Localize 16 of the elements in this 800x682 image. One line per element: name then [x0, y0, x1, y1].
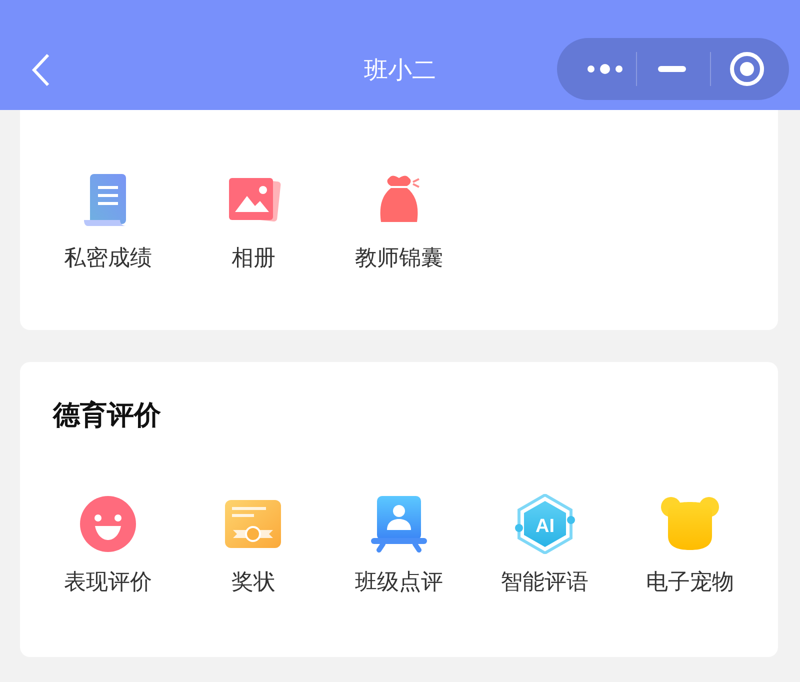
item-label[interactable]: 私密成绩 [64, 244, 152, 274]
item-label[interactable]: 教师锦囊 [354, 244, 443, 274]
presenter-icon [368, 494, 429, 554]
close-icon[interactable] [729, 51, 765, 87]
smiley-icon [78, 494, 138, 554]
item-label[interactable]: 智能评语 [500, 568, 589, 598]
more-icon[interactable] [585, 63, 625, 75]
item-label[interactable]: 班级点评 [354, 568, 443, 598]
minimize-icon[interactable] [658, 66, 686, 72]
section-title: 德育评价 [52, 399, 162, 433]
item-label[interactable]: 电子宠物 [646, 568, 734, 598]
item-label[interactable]: 表现评价 [64, 568, 152, 598]
item-label[interactable]: 奖状 [231, 568, 276, 598]
page-title: 班小二 [363, 55, 437, 86]
ai-hexagon-icon: AI [514, 494, 575, 554]
item-label[interactable]: 相册 [231, 244, 276, 274]
